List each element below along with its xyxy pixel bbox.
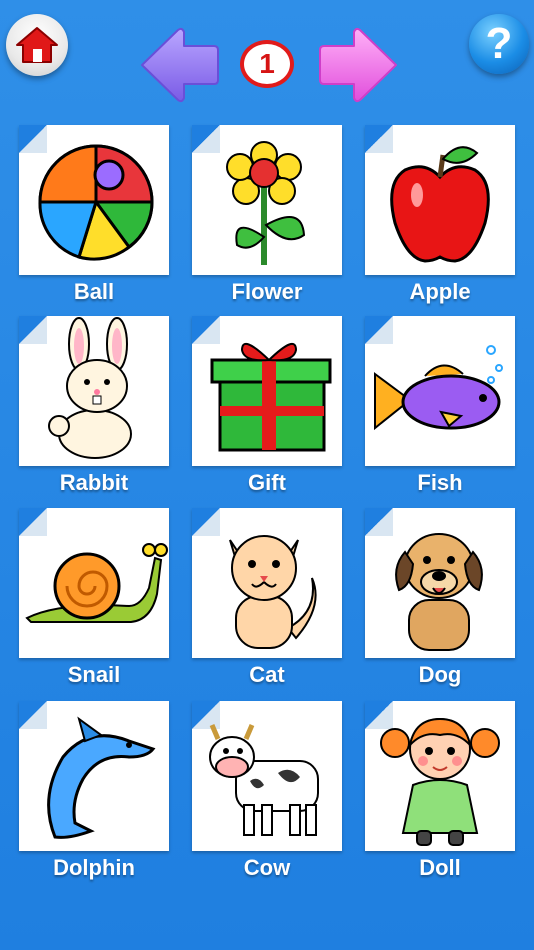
doll-icon: [380, 717, 500, 846]
card-label: Dolphin: [53, 855, 135, 880]
card-image: [192, 508, 342, 658]
card-doll[interactable]: Doll: [365, 701, 515, 881]
card-label: Rabbit: [59, 470, 129, 495]
card-cat[interactable]: Cat: [192, 508, 342, 688]
card-dog[interactable]: Dog: [365, 508, 515, 688]
card-label: Ball: [73, 279, 115, 304]
card-label: Apple: [409, 279, 471, 304]
card-image: [365, 508, 515, 658]
card-dolphin[interactable]: Dolphin: [19, 701, 169, 881]
flower-icon: [226, 141, 306, 265]
card-image: [19, 701, 169, 851]
card-cow[interactable]: Cow: [192, 701, 342, 881]
card-image: [365, 701, 515, 851]
card-apple[interactable]: Apple: [365, 125, 515, 305]
rabbit-icon: [48, 317, 132, 459]
dog-icon: [395, 533, 483, 651]
card-rabbit[interactable]: Rabbit: [19, 316, 169, 496]
snail-icon: [25, 543, 168, 623]
card-image: [19, 125, 169, 275]
card-label: Flower: [231, 279, 303, 304]
card-image: [192, 316, 342, 466]
gift-icon: [210, 342, 332, 452]
dolphin-icon: [47, 716, 156, 839]
card-image: [365, 125, 515, 275]
card-label: Cat: [249, 662, 285, 687]
ball-icon: [38, 144, 154, 261]
apple-icon: [390, 146, 490, 263]
card-grid: Ball Flower Apple Rabbit Gift Fish Snail…: [0, 0, 534, 950]
card-image: [192, 701, 342, 851]
card-gift[interactable]: Gift: [192, 316, 342, 496]
card-snail[interactable]: Snail: [19, 508, 169, 688]
fish-icon: [374, 345, 503, 431]
card-image: [192, 125, 342, 275]
card-image: [19, 316, 169, 466]
cow-icon: [209, 724, 319, 836]
card-label: Snail: [67, 662, 121, 687]
card-ball[interactable]: Ball: [19, 125, 169, 305]
card-fish[interactable]: Fish: [365, 316, 515, 496]
card-label: Fish: [417, 470, 463, 495]
card-label: Cow: [243, 855, 291, 880]
card-image: [19, 508, 169, 658]
cat-icon: [229, 535, 317, 649]
card-label: Gift: [248, 470, 286, 495]
card-image: [365, 316, 515, 466]
card-label: Dog: [418, 662, 462, 687]
card-label: Doll: [419, 855, 461, 880]
card-flower[interactable]: Flower: [192, 125, 342, 305]
